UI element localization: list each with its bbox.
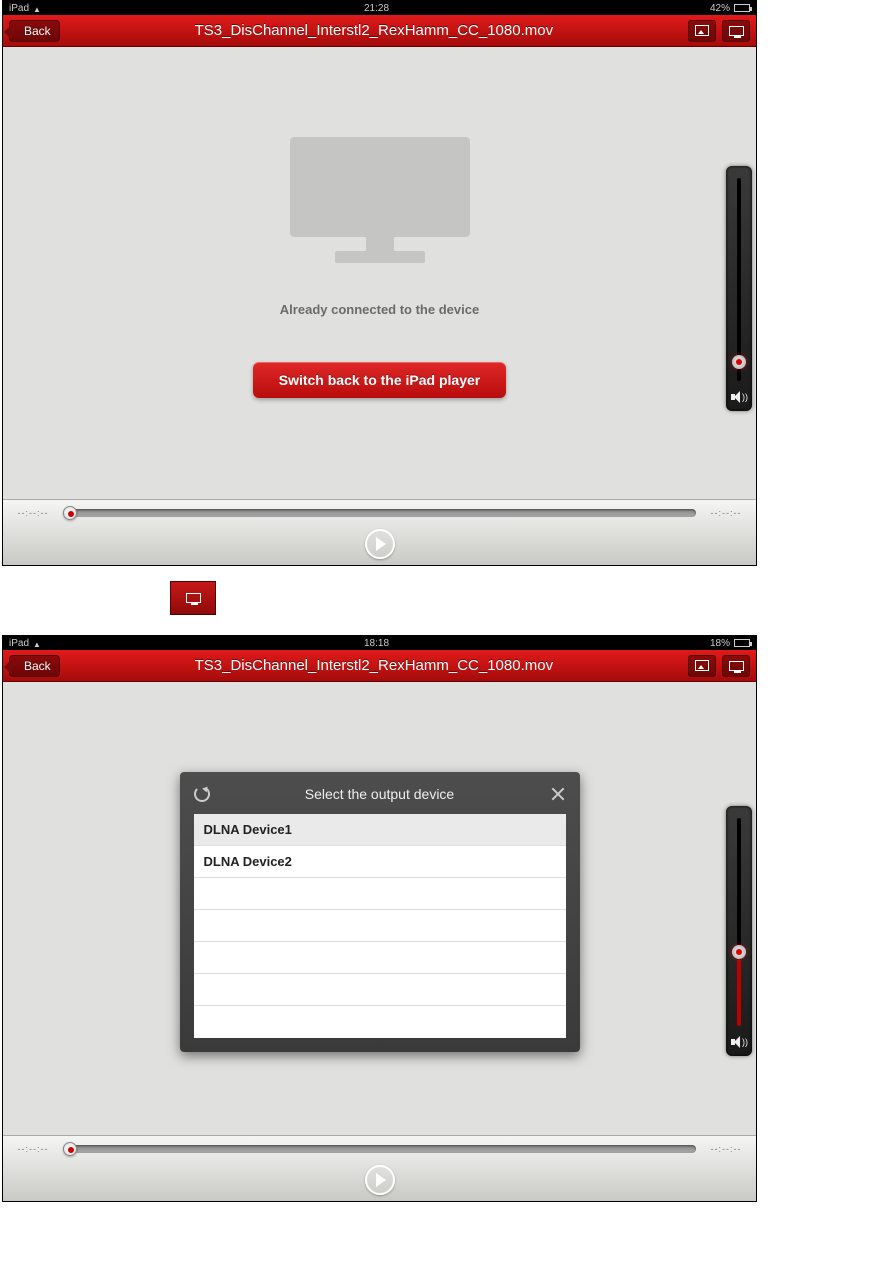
connected-text: Already connected to the device — [280, 302, 479, 317]
player-screen-select-device: iPad 18:18 18% Back TS3_DisChannel_Inter… — [2, 635, 757, 1202]
time-remaining: --:--:-- — [706, 508, 746, 518]
picture-icon — [695, 660, 709, 671]
device-row-empty — [194, 942, 566, 974]
carrier-label: iPad — [9, 3, 29, 14]
player-screen-connected: iPad 21:28 42% Back TS3_DisChannel_Inter… — [2, 0, 757, 566]
playback-bar: --:--:-- --:--:-- — [3, 1135, 756, 1201]
battery-icon — [734, 4, 750, 12]
device-row-empty — [194, 878, 566, 910]
device-row[interactable]: DLNA Device2 — [194, 846, 566, 878]
seek-track[interactable] — [63, 509, 696, 517]
volume-slider[interactable]: )) — [726, 166, 752, 411]
pictures-button[interactable] — [688, 20, 716, 42]
status-bar: iPad 18:18 18% — [3, 636, 756, 650]
cast-icon-illustration — [170, 581, 216, 615]
status-bar: iPad 21:28 42% — [3, 1, 756, 15]
battery-pct: 18% — [710, 638, 730, 649]
play-button[interactable] — [365, 529, 395, 559]
device-row-empty — [194, 974, 566, 1006]
content-area: Select the output device DLNA Device1 DL… — [3, 682, 756, 1135]
nav-title: TS3_DisChannel_Interstl2_RexHamm_CC_1080… — [60, 657, 688, 674]
volume-fill — [737, 959, 741, 1026]
content-area: Already connected to the device Switch b… — [3, 47, 756, 499]
nav-bar: Back TS3_DisChannel_Interstl2_RexHamm_CC… — [3, 650, 756, 682]
wifi-icon — [33, 639, 43, 647]
battery-pct: 42% — [710, 3, 730, 14]
seek-track[interactable] — [63, 1145, 696, 1153]
switch-to-ipad-button[interactable]: Switch back to the iPad player — [253, 362, 507, 398]
play-button[interactable] — [365, 1165, 395, 1195]
carrier-label: iPad — [9, 638, 29, 649]
seek-thumb[interactable] — [63, 506, 77, 520]
clock: 18:18 — [364, 638, 389, 649]
speaker-icon: )) — [731, 391, 747, 403]
volume-thumb[interactable] — [732, 355, 746, 369]
cast-button[interactable] — [722, 655, 750, 677]
close-icon[interactable] — [550, 786, 566, 802]
nav-title: TS3_DisChannel_Interstl2_RexHamm_CC_1080… — [60, 22, 688, 39]
volume-track[interactable] — [737, 178, 741, 381]
playback-bar: --:--:-- --:--:-- — [3, 499, 756, 565]
time-elapsed: --:--:-- — [13, 508, 53, 518]
monitor-icon — [290, 137, 470, 272]
picture-icon — [695, 25, 709, 36]
pictures-button[interactable] — [688, 655, 716, 677]
back-button[interactable]: Back — [9, 655, 60, 677]
device-row-empty — [194, 1006, 566, 1038]
clock: 21:28 — [364, 3, 389, 14]
device-row[interactable]: DLNA Device1 — [194, 814, 566, 846]
volume-slider[interactable]: )) — [726, 806, 752, 1056]
tv-icon — [729, 661, 744, 671]
time-remaining: --:--:-- — [706, 1144, 746, 1154]
device-list: DLNA Device1 DLNA Device2 — [194, 814, 566, 1038]
time-elapsed: --:--:-- — [13, 1144, 53, 1154]
modal-title: Select the output device — [305, 786, 454, 802]
volume-thumb[interactable] — [732, 945, 746, 959]
back-button[interactable]: Back — [9, 20, 60, 42]
tv-icon — [729, 26, 744, 36]
cast-button[interactable] — [722, 20, 750, 42]
battery-icon — [734, 639, 750, 647]
seek-thumb[interactable] — [63, 1142, 77, 1156]
wifi-icon — [33, 4, 43, 12]
select-output-modal: Select the output device DLNA Device1 DL… — [180, 772, 580, 1052]
speaker-icon: )) — [731, 1036, 747, 1048]
nav-bar: Back TS3_DisChannel_Interstl2_RexHamm_CC… — [3, 15, 756, 47]
volume-track[interactable] — [737, 818, 741, 1026]
device-row-empty — [194, 910, 566, 942]
refresh-icon[interactable] — [194, 786, 210, 802]
tv-icon — [186, 593, 201, 603]
